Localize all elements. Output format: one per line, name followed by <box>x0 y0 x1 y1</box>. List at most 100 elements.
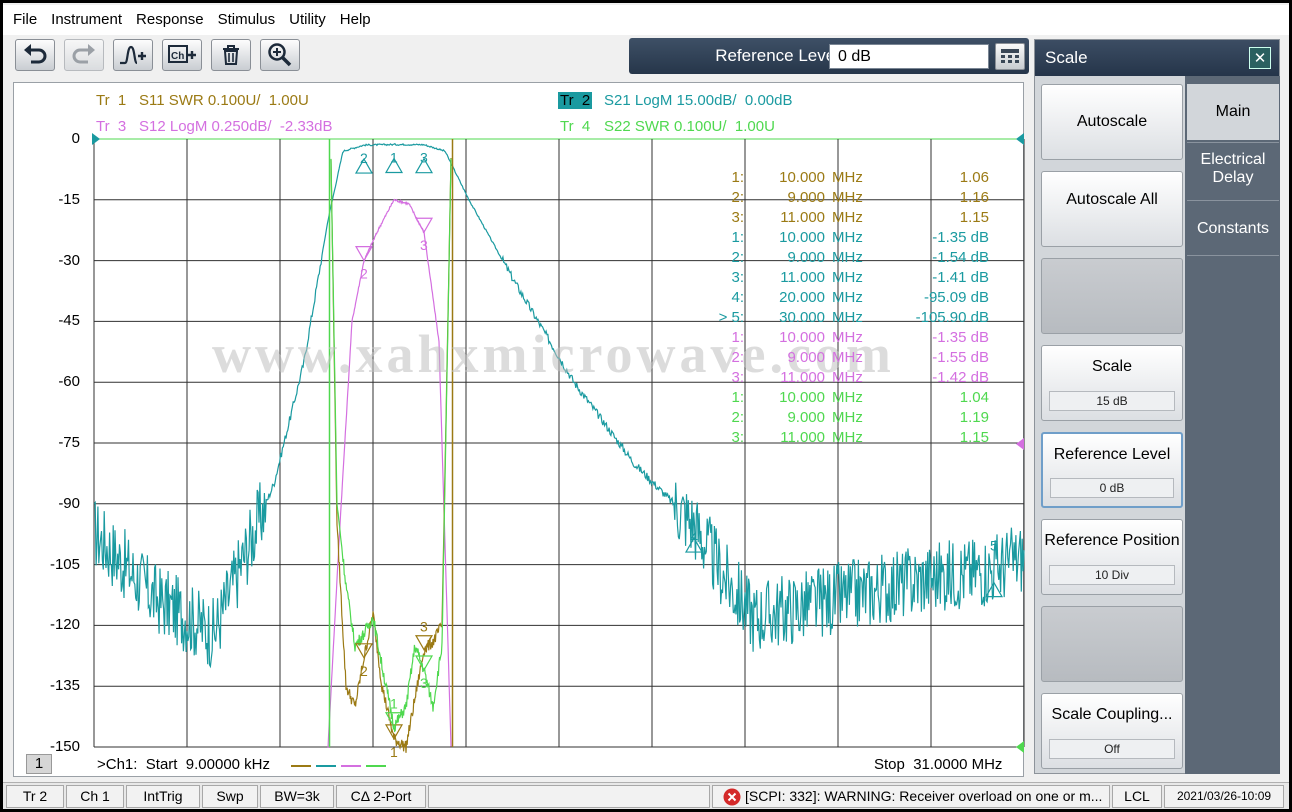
reference-level-entry-bar: Reference Level 0 dB <box>629 38 1029 74</box>
add-channel-icon: Ch <box>168 45 196 63</box>
menu-stimulus[interactable]: Stimulus <box>211 5 283 35</box>
close-panel-button[interactable]: ✕ <box>1249 47 1271 69</box>
scale-value: 15 dB <box>1049 391 1175 411</box>
marker-label-tr3-7: 3 <box>420 237 428 253</box>
marker-readout-frequency: 11.000 <box>780 269 825 286</box>
scale-coupling-button[interactable]: Scale Coupling... Off <box>1041 693 1183 769</box>
menu-instrument[interactable]: Instrument <box>44 5 129 35</box>
add-channel-button[interactable]: Ch <box>162 39 202 71</box>
reference-level-entry-label: Reference Level <box>715 46 839 65</box>
autoscale-button[interactable]: Autoscale <box>1041 84 1183 160</box>
status-spacer <box>428 785 710 808</box>
marker-tr3-7 <box>414 217 434 234</box>
tab-constants[interactable]: Constants <box>1187 200 1279 256</box>
softkey-panel: Scale ✕ Main Electrical Delay Constants … <box>1034 39 1280 774</box>
marker-readout-number: 2: <box>731 249 744 266</box>
marker-label-tr1-10: 3 <box>420 619 428 635</box>
marker-readout-frequency: 9.000 <box>787 189 825 206</box>
menu-file[interactable]: File <box>3 5 44 35</box>
status-trigger[interactable]: IntTrig <box>126 785 200 808</box>
marker-readout-value: 1.16 <box>959 189 989 206</box>
status-lcl[interactable]: LCL <box>1112 785 1162 808</box>
scale-button[interactable]: Scale 15 dB <box>1041 345 1183 421</box>
marker-readout-number: 3: <box>731 429 744 446</box>
marker-readout-unit: MHz <box>832 189 863 206</box>
marker-readout-frequency: 10.000 <box>779 229 825 246</box>
marker-label-tr2-5: 5 <box>990 538 998 554</box>
marker-readout-number: 1: <box>731 389 744 406</box>
reference-position-value: 10 Div <box>1049 565 1175 585</box>
marker-readout-unit: MHz <box>832 169 863 186</box>
reference-level-input[interactable]: 0 dB <box>829 44 989 69</box>
marker-tr1-8 <box>354 643 374 660</box>
marker-readout-value: 1.15 <box>959 429 989 446</box>
marker-readout-number: 3: <box>731 209 744 226</box>
status-message[interactable]: [SCPI: 332]: WARNING: Receiver overload … <box>712 785 1110 808</box>
add-trace-button[interactable] <box>113 39 153 71</box>
marker-readout-number: 2: <box>731 409 744 426</box>
marker-readout-frequency: 11.000 <box>780 429 825 446</box>
status-active-channel[interactable]: Ch 1 <box>66 785 124 808</box>
autoscale-all-button[interactable]: Autoscale All <box>1041 171 1183 247</box>
tab-electrical-delay[interactable]: Electrical Delay <box>1187 142 1279 198</box>
zoom-icon <box>268 43 292 67</box>
menu-response[interactable]: Response <box>129 5 211 35</box>
redo-button[interactable] <box>64 39 104 71</box>
tr2-reference-arrow-left <box>92 133 100 145</box>
marker-readout-number: 1: <box>731 229 744 246</box>
reference-level-label: Reference Level <box>1053 446 1171 463</box>
marker-readout-frequency: 30.000 <box>779 309 825 326</box>
marker-readout-value: -1.54 dB <box>932 249 989 266</box>
tab-main[interactable]: Main <box>1187 84 1279 140</box>
menu-utility[interactable]: Utility <box>282 5 333 35</box>
zoom-button[interactable] <box>260 39 300 71</box>
marker-readout-number: 1: <box>731 169 744 186</box>
tr2-reference-arrow-right <box>1016 133 1024 145</box>
marker-label-tr4-12: 3 <box>420 675 428 691</box>
reference-level-button[interactable]: Reference Level 0 dB <box>1041 432 1183 508</box>
marker-readout-frequency: 11.000 <box>780 369 825 386</box>
delete-button[interactable] <box>211 39 251 71</box>
undo-button[interactable] <box>15 39 55 71</box>
keypad-icon <box>1001 48 1019 63</box>
menu-help[interactable]: Help <box>333 5 378 35</box>
marker-readout-value: -95.09 dB <box>923 289 989 306</box>
marker-label-tr3-6: 2 <box>360 266 368 282</box>
marker-readout-frequency: 11.000 <box>780 209 825 226</box>
status-bandwidth[interactable]: BW=3k <box>260 785 334 808</box>
status-sweep[interactable]: Swp <box>202 785 258 808</box>
channel-number-badge[interactable]: 1 <box>26 754 52 774</box>
marker-readout-value: 1.15 <box>959 209 989 226</box>
marker-readout-unit: MHz <box>832 229 863 246</box>
status-datetime: 2021/03/26-10:09 <box>1164 785 1284 808</box>
undo-icon <box>24 44 47 64</box>
marker-readout-frequency: 10.000 <box>779 329 825 346</box>
marker-readout-number: 4: <box>731 289 744 306</box>
scale-coupling-value: Off <box>1049 739 1175 759</box>
marker-readout-value: -1.55 dB <box>932 349 989 366</box>
reference-position-label: Reference Position <box>1044 532 1180 549</box>
keypad-button[interactable] <box>995 43 1025 70</box>
scale-coupling-label: Scale Coupling... <box>1051 706 1173 723</box>
marker-readout-unit: MHz <box>832 209 863 226</box>
scale-label: Scale <box>1091 358 1133 375</box>
reference-position-button[interactable]: Reference Position 10 Div <box>1041 519 1183 595</box>
status-active-trace[interactable]: Tr 2 <box>6 785 64 808</box>
marker-label-tr2-3: 3 <box>420 150 428 166</box>
menu-bar: File Instrument Response Stimulus Utilit… <box>3 5 1289 35</box>
marker-readout-number: 2: <box>731 349 744 366</box>
redo-icon <box>72 44 95 64</box>
marker-readout-unit: MHz <box>832 349 863 366</box>
marker-readout-value: 1.04 <box>959 389 989 406</box>
tr4-reference-arrow-right <box>1016 741 1024 753</box>
status-calibration[interactable]: CΔ 2-Port <box>336 785 426 808</box>
error-icon <box>723 788 741 806</box>
start-frequency-label[interactable]: >Ch1: Start 9.00000 kHz <box>97 756 270 773</box>
panel-title: Scale <box>1045 48 1088 67</box>
stop-frequency-label[interactable]: Stop 31.0000 MHz <box>874 756 1002 773</box>
measurement-chart-window[interactable]: Tr 1 S11 SWR 0.100U/ 1.00U Tr 2 S21 LogM… <box>13 82 1025 777</box>
marker-readout-number: 3: <box>731 369 744 386</box>
marker-readout-number: > 5: <box>718 309 744 326</box>
marker-label-tr2-2: 1 <box>390 149 398 165</box>
marker-readout-value: -105.90 dB <box>915 309 989 326</box>
